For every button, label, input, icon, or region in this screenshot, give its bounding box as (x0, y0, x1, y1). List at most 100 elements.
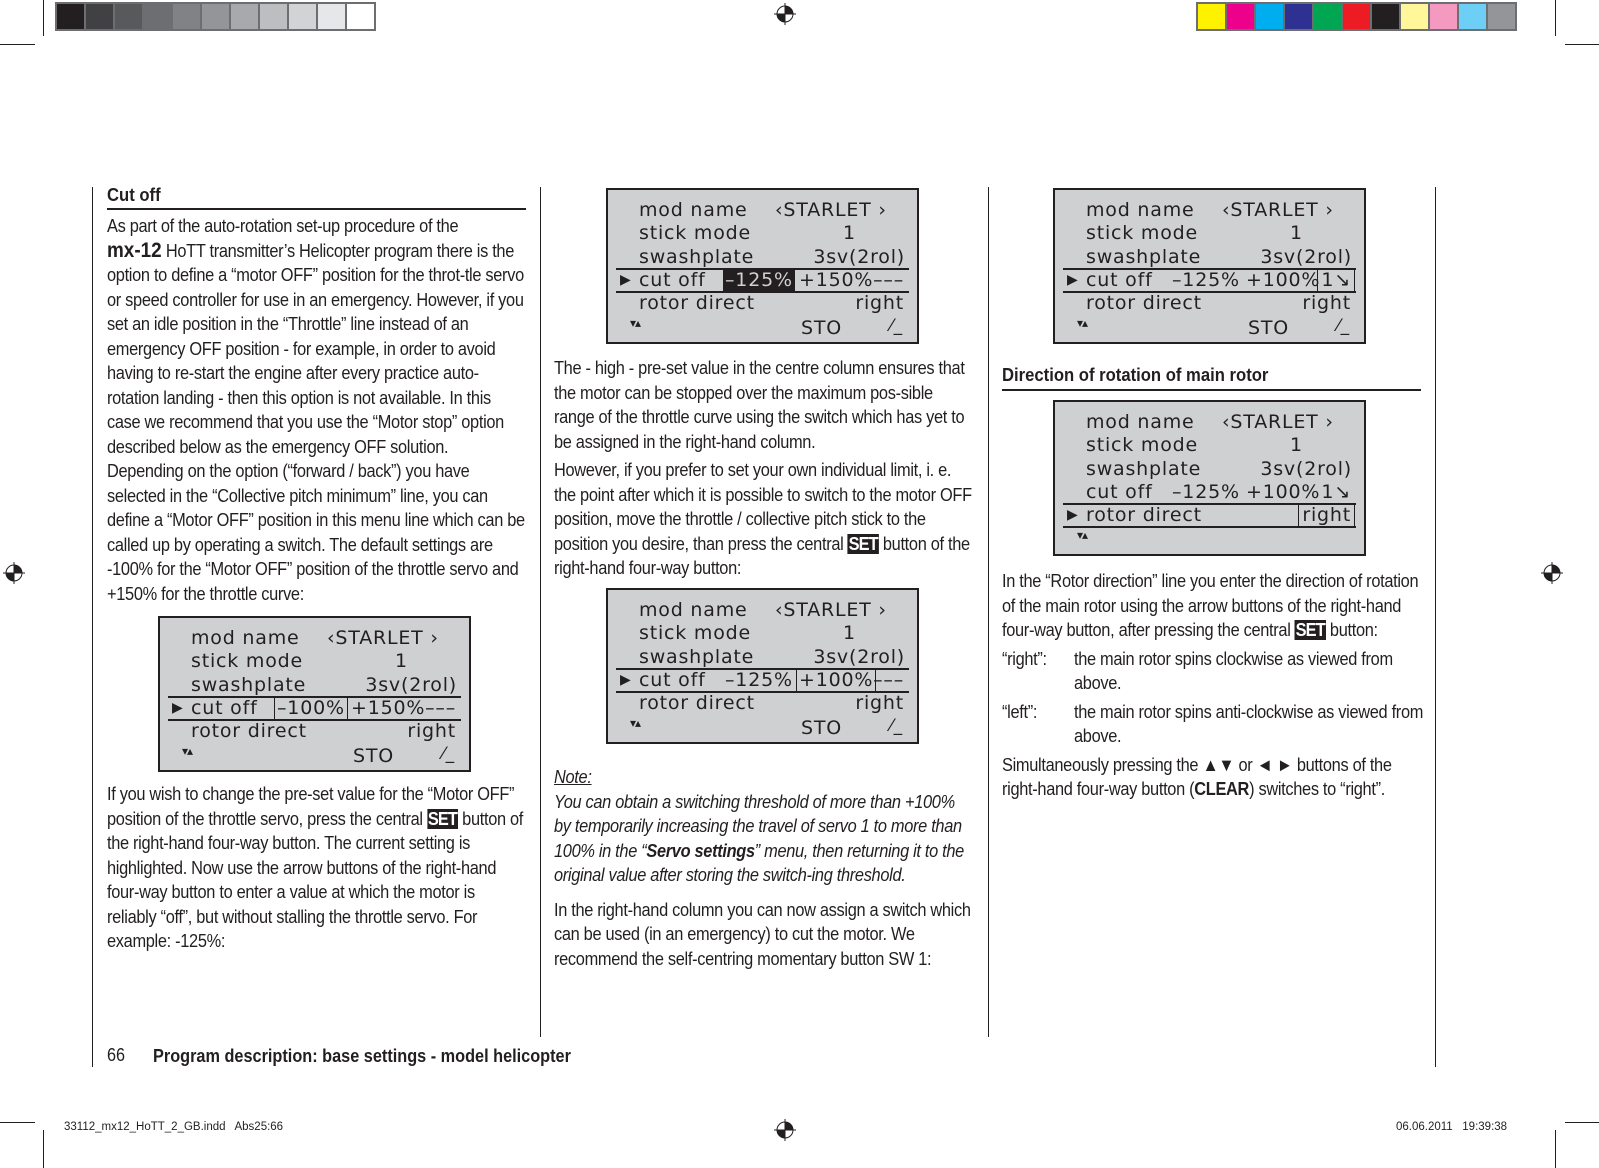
text: The - high - pre-set value in the centre… (554, 358, 965, 452)
registration-mark-icon (774, 3, 796, 25)
lcd-row-rotor-direct: rotor direct right (608, 292, 917, 315)
section-heading: Cut off (107, 184, 161, 205)
lcd-cutoff-position-value: –100% (274, 696, 348, 721)
lcd-row-rotor-direct: rotor direct right (1055, 292, 1364, 315)
lcd-store-label: STO (801, 317, 843, 339)
lcd-row-rotor-direct: rotor direct right (608, 692, 917, 715)
lcd-row-label: stick mode (191, 650, 303, 672)
lcd-row-label: stick mode (639, 622, 751, 644)
nav-arrows-icon: ▾▴ (182, 744, 193, 758)
text: button of the right-hand four-way button… (107, 808, 524, 952)
lcd-row-stick-mode: stick mode 1 (160, 650, 469, 673)
lcd-cutoff-threshold-value: +100% (1246, 481, 1321, 503)
lcd-cutoff-threshold-value: +100% (795, 668, 877, 693)
selection-pointer-icon: ▶ (1067, 507, 1079, 523)
lcd-row-label: cut off (639, 669, 706, 691)
lcd-screen-rotor-direction: mod name ‹STARLET › stick mode 1 swashplate 3… (1053, 400, 1366, 556)
lcd-row-mod-name: mod name ‹STARLET › (608, 199, 917, 222)
lcd-row-label: rotor direct (1086, 292, 1202, 314)
lcd-stick-mode-value: 1 (1290, 434, 1303, 456)
lcd-store-label: STO (801, 717, 843, 739)
lcd-stick-mode-value: 1 (395, 650, 408, 672)
lcd-row-stick-mode: stick mode 1 (1055, 434, 1364, 457)
color-swatch (173, 4, 200, 29)
lcd-row-swashplate: swashplate 3sv(2rol) (1055, 458, 1364, 481)
color-swatch (231, 4, 258, 29)
crop-mark (43, 1130, 44, 1168)
lcd-row-label: swashplate (639, 646, 755, 668)
column-divider (540, 187, 541, 1037)
heading-rule (107, 208, 526, 210)
section-rotor-direction-header: Direction of rotation of main rotor (1002, 364, 1421, 391)
lcd-row-stick-mode: stick mode 1 (1055, 222, 1364, 245)
cut-off-instruction-paragraph: If you wish to change the pre-set value … (107, 782, 526, 954)
color-swatch (1459, 4, 1486, 29)
lcd-stick-mode-value: 1 (1290, 222, 1303, 244)
page-margin-line (92, 187, 93, 1067)
section-cut-off-header: Cut off (107, 184, 526, 210)
nav-arrows-icon: ▾▴ (1077, 316, 1088, 330)
selection-line-top (1063, 503, 1356, 505)
selection-pointer-icon: ▶ (172, 700, 184, 716)
lcd-row-label: swashplate (1086, 458, 1202, 480)
page-number: 66 (107, 1045, 126, 1065)
lcd-row-cut-off: cut off –100% +150% ––– ▶ (160, 696, 469, 721)
selection-line-bottom (1063, 526, 1356, 528)
lcd-row-label: rotor direct (1086, 504, 1202, 526)
lcd-cutoff-switch-value: ––– (425, 697, 456, 719)
lcd-swashplate-value: 3sv(2rol) (813, 246, 905, 268)
lcd-cutoff-threshold-value: +150% (799, 269, 874, 291)
lcd-cutoff-position-value: –125% (725, 669, 793, 691)
lcd-swashplate-value: 3sv(2rol) (1260, 246, 1352, 268)
lcd-cutoff-position-value: –125% (1172, 269, 1240, 291)
color-swatch (1488, 4, 1515, 29)
lcd-model-name-value: ‹STARLET › (1222, 199, 1334, 221)
text: HoTT transmitter’s Helicopter program th… (107, 240, 525, 604)
color-swatch (347, 4, 374, 29)
color-swatch (318, 4, 345, 29)
brand-name: mx-12 (107, 238, 162, 262)
lcd-row-mod-name: mod name ‹STARLET › (608, 599, 917, 622)
lcd-rotor-direction-value: right (1302, 292, 1351, 314)
lcd-swashplate-value: 3sv(2rol) (365, 674, 457, 696)
lcd-model-name-value: ‹STARLET › (775, 199, 887, 221)
lcd-row-label: swashplate (191, 674, 307, 696)
color-swatch (1430, 4, 1457, 29)
crop-mark (1565, 1122, 1599, 1123)
lcd-row-label: cut off (191, 697, 258, 719)
grayscale-color-bar (55, 2, 376, 31)
lcd-row-label: mod name (191, 627, 300, 649)
switch-symbol-icon: ⁄_ (1337, 316, 1350, 336)
set-button-label: SET (1294, 620, 1326, 640)
lcd-row-mod-name: mod name ‹STARLET › (1055, 411, 1364, 434)
selection-line-top (1063, 268, 1356, 270)
lcd-row-label: rotor direct (639, 692, 755, 714)
lcd-store-label: STO (1248, 317, 1290, 339)
selection-line-top (616, 668, 909, 670)
color-swatch (1314, 4, 1341, 29)
definition-description: the main rotor spins clockwise as viewed… (1074, 648, 1393, 694)
color-swatch (1343, 4, 1370, 29)
cut-off-intro-paragraph: As part of the auto-rotation set-up proc… (107, 214, 526, 606)
lcd-rotor-direction-value: right (407, 720, 456, 742)
color-swatch (1227, 4, 1254, 29)
section-heading: Direction of rotation of main rotor (1002, 364, 1269, 385)
lcd-row-swashplate: swashplate 3sv(2rol) (608, 646, 917, 669)
lcd-model-name-value: ‹STARLET › (1222, 411, 1334, 433)
clear-button-label: CLEAR (1194, 779, 1250, 799)
date-slug: 06.06.2011 19:39:38 (1396, 1121, 1508, 1133)
selection-pointer-icon: ▶ (620, 272, 632, 288)
lcd-cutoff-position-value: –125% (723, 269, 795, 292)
lcd-row-swashplate: swashplate 3sv(2rol) (608, 246, 917, 269)
text: In the right-hand column you can now ass… (554, 899, 971, 969)
color-swatch (144, 4, 171, 29)
lcd-rotor-direction-value: right (1298, 503, 1355, 528)
lcd-row-stick-mode: stick mode 1 (608, 222, 917, 245)
lcd-row-label: swashplate (639, 246, 755, 268)
definition-right: “right”: the main rotor spins clockwise a… (1002, 647, 1425, 696)
heading-rule (1002, 389, 1421, 391)
lcd-cutoff-switch-value: ––– (873, 669, 904, 691)
lcd-row-mod-name: mod name ‹STARLET › (160, 627, 469, 650)
registration-mark-icon (3, 562, 25, 584)
crop-mark (43, 0, 44, 36)
